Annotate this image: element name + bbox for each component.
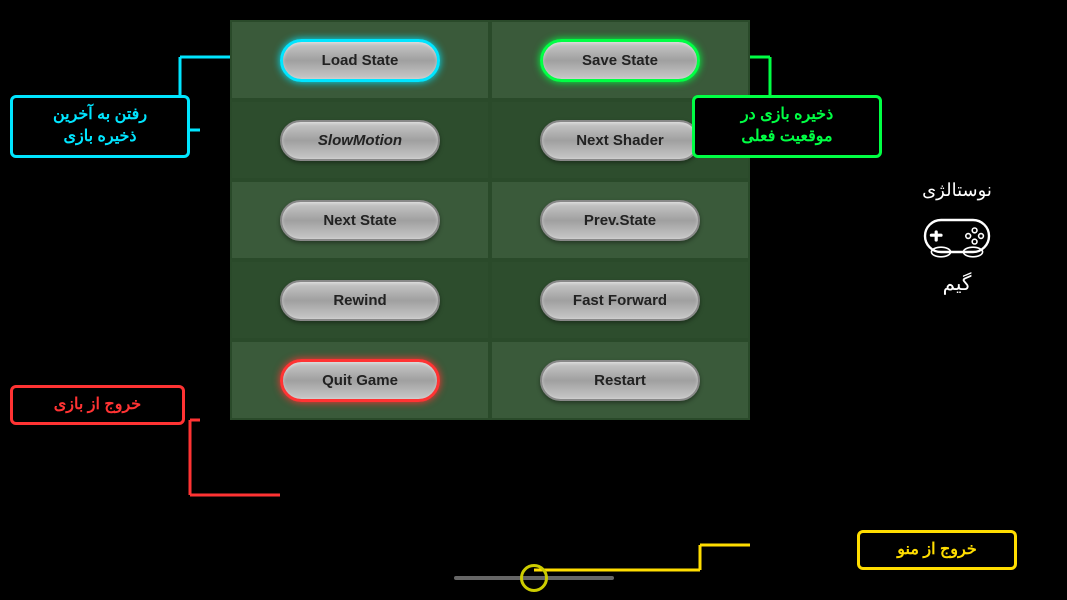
grid-cell-fast-forward: Fast Forward	[490, 260, 750, 340]
green-annotation-box: ذخیره بازی درموقعیت فعلی	[692, 95, 882, 158]
bottom-slider[interactable]	[454, 576, 614, 580]
grid-cell-save: Save State	[490, 20, 750, 100]
slider-handle[interactable]	[520, 564, 548, 592]
grid-cell-next-state: Next State	[230, 180, 490, 260]
green-annotation-text: ذخیره بازی درموقعیت فعلی	[741, 106, 833, 145]
save-state-button[interactable]: Save State	[540, 39, 700, 82]
main-grid: Load State Save State SlowMotion Next Sh…	[230, 20, 750, 420]
fast-forward-button[interactable]: Fast Forward	[540, 280, 700, 321]
grid-cell-prev-state: Prev.State	[490, 180, 750, 260]
quit-game-button[interactable]: Quit Game	[280, 359, 440, 402]
restart-button[interactable]: Restart	[540, 360, 700, 401]
grid-cell-load: Load State	[230, 20, 490, 100]
next-shader-button[interactable]: Next Shader	[540, 120, 700, 161]
cyan-annotation-text: رفتن به آخرینذخیره بازی	[53, 106, 147, 145]
logo-bottom-text: گیم	[887, 271, 1027, 296]
slider-track	[454, 576, 614, 580]
yellow-annotation-text: خروج از منو	[897, 541, 977, 558]
logo-area: نوستالژی گیم	[887, 180, 1027, 296]
slow-motion-button[interactable]: SlowMotion	[280, 120, 440, 161]
rewind-button[interactable]: Rewind	[280, 280, 440, 321]
grid-cell-rewind: Rewind	[230, 260, 490, 340]
grid-cell-slow: SlowMotion	[230, 100, 490, 180]
yellow-annotation-box: خروج از منو	[857, 530, 1017, 570]
red-annotation-text: خروج از بازی	[54, 396, 141, 413]
logo-top-text: نوستالژی	[887, 180, 1027, 201]
gamepad-icon	[917, 206, 997, 266]
prev-state-button[interactable]: Prev.State	[540, 200, 700, 241]
red-annotation-box: خروج از بازی	[10, 385, 185, 425]
next-state-button[interactable]: Next State	[280, 200, 440, 241]
grid-cell-quit: Quit Game	[230, 340, 490, 420]
grid-cell-restart: Restart	[490, 340, 750, 420]
cyan-annotation-box: رفتن به آخرینذخیره بازی	[10, 95, 190, 158]
load-state-button[interactable]: Load State	[280, 39, 440, 82]
